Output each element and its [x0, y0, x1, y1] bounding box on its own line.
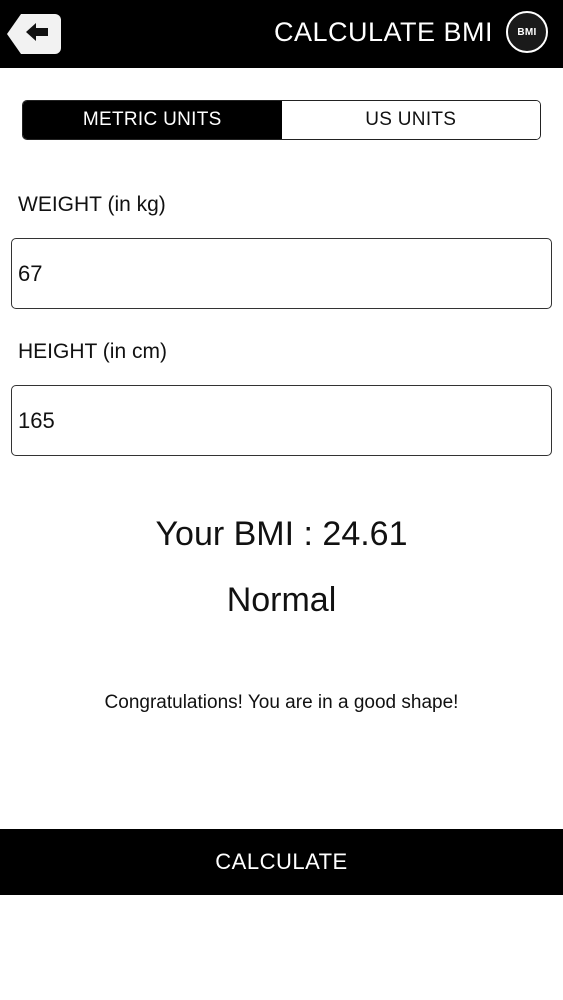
- page-title: CALCULATE BMI: [273, 17, 493, 47]
- back-arrow-icon: [20, 22, 48, 46]
- bmi-category: Normal: [226, 581, 337, 619]
- weight-label: WEIGHT (in kg): [18, 193, 166, 216]
- weight-value: 67: [18, 260, 43, 286]
- height-input[interactable]: 165: [11, 385, 552, 456]
- top-bar: CALCULATE BMI BMI: [0, 0, 563, 68]
- result-message: Congratulations! You are in a good shape…: [104, 692, 459, 713]
- tab-metric-units[interactable]: METRIC UNITS: [23, 101, 282, 139]
- tab-us-units[interactable]: US UNITS: [281, 101, 540, 139]
- calculate-button-label: CALCULATE: [215, 849, 348, 874]
- height-value: 165: [18, 407, 55, 433]
- back-button[interactable]: [7, 14, 61, 54]
- bmi-result-text: Your BMI : 24.61: [155, 515, 408, 553]
- bmi-badge[interactable]: BMI: [506, 11, 548, 53]
- calculate-button[interactable]: CALCULATE: [0, 829, 563, 895]
- height-label: HEIGHT (in cm): [18, 340, 167, 363]
- weight-input[interactable]: 67: [11, 238, 552, 309]
- bmi-badge-label: BMI: [517, 26, 537, 38]
- units-segmented-control: METRIC UNITS US UNITS: [22, 100, 541, 140]
